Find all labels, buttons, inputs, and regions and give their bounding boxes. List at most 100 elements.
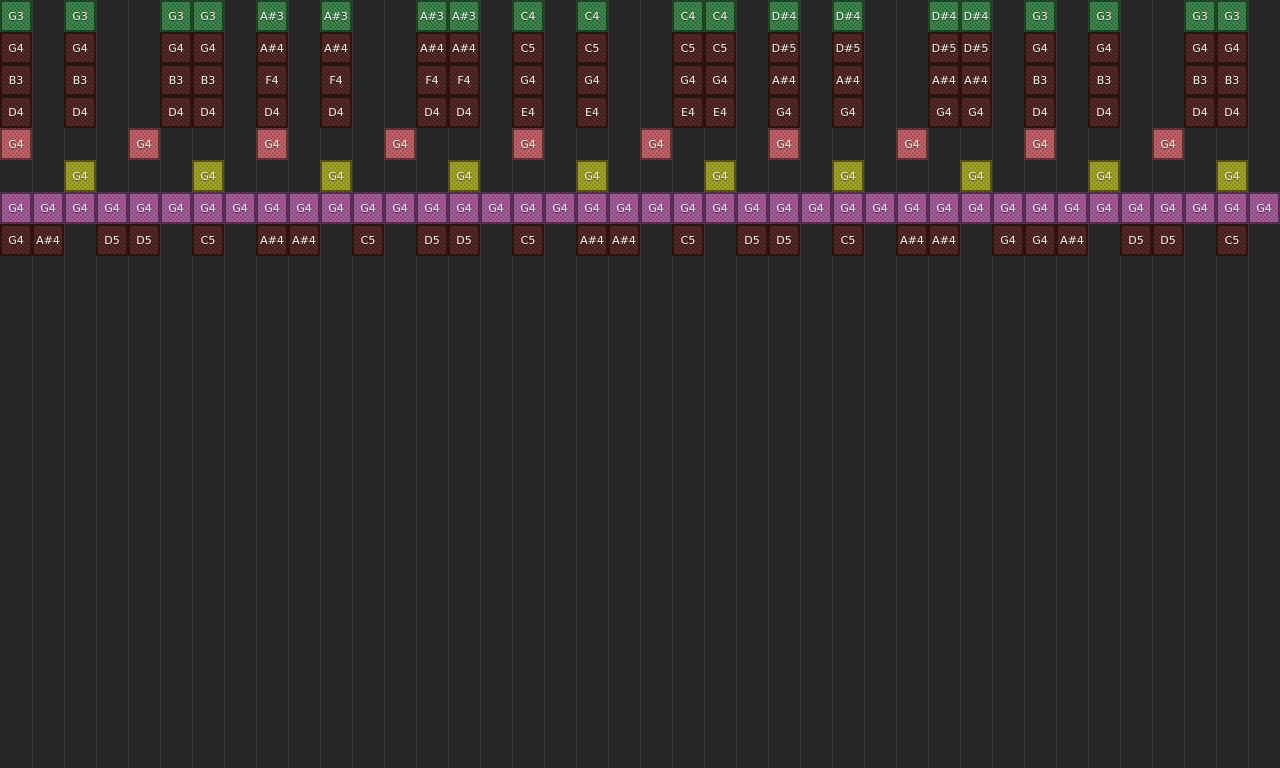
note-cell-melody[interactable]: D5 (128, 224, 160, 256)
note-cell-kick[interactable]: G4 (1216, 160, 1248, 192)
note-cell-chord[interactable]: G4 (928, 96, 960, 128)
note-cell-chord[interactable]: F4 (256, 64, 288, 96)
note-cell-kick[interactable]: G4 (960, 160, 992, 192)
note-cell-chord[interactable]: G4 (64, 32, 96, 64)
note-cell-chord[interactable]: G4 (672, 64, 704, 96)
note-cell-hat[interactable]: G4 (640, 192, 672, 224)
note-cell-melody[interactable]: G4 (1024, 224, 1056, 256)
note-cell-hat[interactable]: G4 (128, 192, 160, 224)
note-cell-chord[interactable]: D4 (1216, 96, 1248, 128)
note-cell-chord[interactable]: A#4 (832, 64, 864, 96)
note-cell-hat[interactable]: G4 (960, 192, 992, 224)
note-cell-chord[interactable]: E4 (512, 96, 544, 128)
note-cell-melody[interactable]: A#4 (32, 224, 64, 256)
note-cell-melody[interactable]: D5 (768, 224, 800, 256)
note-cell-melody[interactable]: C5 (1216, 224, 1248, 256)
note-cell-hat[interactable]: G4 (160, 192, 192, 224)
note-cell-kick[interactable]: G4 (1088, 160, 1120, 192)
note-cell-snare[interactable]: G4 (384, 128, 416, 160)
note-cell-hat[interactable]: G4 (64, 192, 96, 224)
note-cell-bass[interactable]: A#3 (320, 0, 352, 32)
note-cell-melody[interactable]: C5 (192, 224, 224, 256)
note-cell-hat[interactable]: G4 (608, 192, 640, 224)
note-cell-chord[interactable]: F4 (320, 64, 352, 96)
sequencer-grid[interactable]: G3 G3 G3 G3 A#3 A#3 A#3 A#3 C4 C4 C4 C4 D#4 D#4 D#4 D#4… (0, 0, 1280, 768)
note-cell-hat[interactable]: G4 (896, 192, 928, 224)
note-cell-chord[interactable]: G4 (192, 32, 224, 64)
note-cell-bass[interactable]: C4 (576, 0, 608, 32)
note-cell-chord[interactable]: B3 (1024, 64, 1056, 96)
note-cell-hat[interactable]: G4 (800, 192, 832, 224)
note-cell-bass[interactable]: D#4 (960, 0, 992, 32)
note-cell-chord[interactable]: C5 (672, 32, 704, 64)
note-cell-bass[interactable]: A#3 (416, 0, 448, 32)
note-cell-chord[interactable]: D4 (256, 96, 288, 128)
note-cell-hat[interactable]: G4 (672, 192, 704, 224)
note-cell-melody[interactable]: A#4 (256, 224, 288, 256)
note-cell-chord[interactable]: F4 (448, 64, 480, 96)
note-cell-kick[interactable]: G4 (576, 160, 608, 192)
note-cell-chord[interactable]: A#4 (960, 64, 992, 96)
note-cell-chord[interactable]: B3 (0, 64, 32, 96)
note-cell-kick[interactable]: G4 (320, 160, 352, 192)
note-cell-snare[interactable]: G4 (512, 128, 544, 160)
note-cell-bass[interactable]: G3 (1088, 0, 1120, 32)
note-cell-hat[interactable]: G4 (1056, 192, 1088, 224)
note-cell-melody[interactable]: A#4 (928, 224, 960, 256)
note-cell-melody[interactable]: A#4 (576, 224, 608, 256)
note-cell-chord[interactable]: D4 (1088, 96, 1120, 128)
note-cell-chord[interactable]: D4 (192, 96, 224, 128)
note-cell-chord[interactable]: G4 (1184, 32, 1216, 64)
note-cell-melody[interactable]: G4 (992, 224, 1024, 256)
note-cell-snare[interactable]: G4 (128, 128, 160, 160)
note-cell-hat[interactable]: G4 (832, 192, 864, 224)
note-cell-chord[interactable]: E4 (672, 96, 704, 128)
note-cell-chord[interactable]: A#4 (416, 32, 448, 64)
note-cell-chord[interactable]: G4 (704, 64, 736, 96)
note-cell-melody[interactable]: C5 (832, 224, 864, 256)
note-cell-chord[interactable]: C5 (576, 32, 608, 64)
note-cell-chord[interactable]: E4 (704, 96, 736, 128)
note-cell-chord[interactable]: A#4 (928, 64, 960, 96)
note-cell-hat[interactable]: G4 (416, 192, 448, 224)
note-cell-chord[interactable]: E4 (576, 96, 608, 128)
note-cell-chord[interactable]: C5 (704, 32, 736, 64)
note-cell-kick[interactable]: G4 (832, 160, 864, 192)
note-cell-hat[interactable]: G4 (1120, 192, 1152, 224)
note-cell-chord[interactable]: F4 (416, 64, 448, 96)
note-cell-melody[interactable]: D5 (736, 224, 768, 256)
note-cell-chord[interactable]: G4 (1088, 32, 1120, 64)
note-cell-hat[interactable]: G4 (352, 192, 384, 224)
note-cell-melody[interactable]: A#4 (608, 224, 640, 256)
note-cell-hat[interactable]: G4 (256, 192, 288, 224)
note-cell-chord[interactable]: A#4 (320, 32, 352, 64)
note-cell-chord[interactable]: B3 (64, 64, 96, 96)
note-cell-snare[interactable]: G4 (1024, 128, 1056, 160)
note-cell-bass[interactable]: D#4 (768, 0, 800, 32)
note-cell-chord[interactable]: G4 (0, 32, 32, 64)
note-cell-kick[interactable]: G4 (448, 160, 480, 192)
note-cell-bass[interactable]: C4 (512, 0, 544, 32)
note-cell-hat[interactable]: G4 (992, 192, 1024, 224)
note-cell-chord[interactable]: B3 (1216, 64, 1248, 96)
note-cell-hat[interactable]: G4 (288, 192, 320, 224)
note-cell-chord[interactable]: C5 (512, 32, 544, 64)
note-cell-chord[interactable]: B3 (192, 64, 224, 96)
note-cell-kick[interactable]: G4 (192, 160, 224, 192)
note-cell-chord[interactable]: B3 (1184, 64, 1216, 96)
note-cell-bass[interactable]: G3 (1216, 0, 1248, 32)
note-cell-snare[interactable]: G4 (768, 128, 800, 160)
note-cell-chord[interactable]: D#5 (928, 32, 960, 64)
note-cell-chord[interactable]: G4 (576, 64, 608, 96)
note-cell-hat[interactable]: G4 (1248, 192, 1280, 224)
note-cell-chord[interactable]: D4 (320, 96, 352, 128)
note-cell-hat[interactable]: G4 (384, 192, 416, 224)
note-cell-chord[interactable]: G4 (832, 96, 864, 128)
note-cell-hat[interactable]: G4 (736, 192, 768, 224)
note-cell-chord[interactable]: D4 (0, 96, 32, 128)
note-cell-kick[interactable]: G4 (704, 160, 736, 192)
note-cell-snare[interactable]: G4 (896, 128, 928, 160)
note-cell-chord[interactable]: G4 (160, 32, 192, 64)
note-cell-chord[interactable]: G4 (960, 96, 992, 128)
note-cell-bass[interactable]: G3 (160, 0, 192, 32)
